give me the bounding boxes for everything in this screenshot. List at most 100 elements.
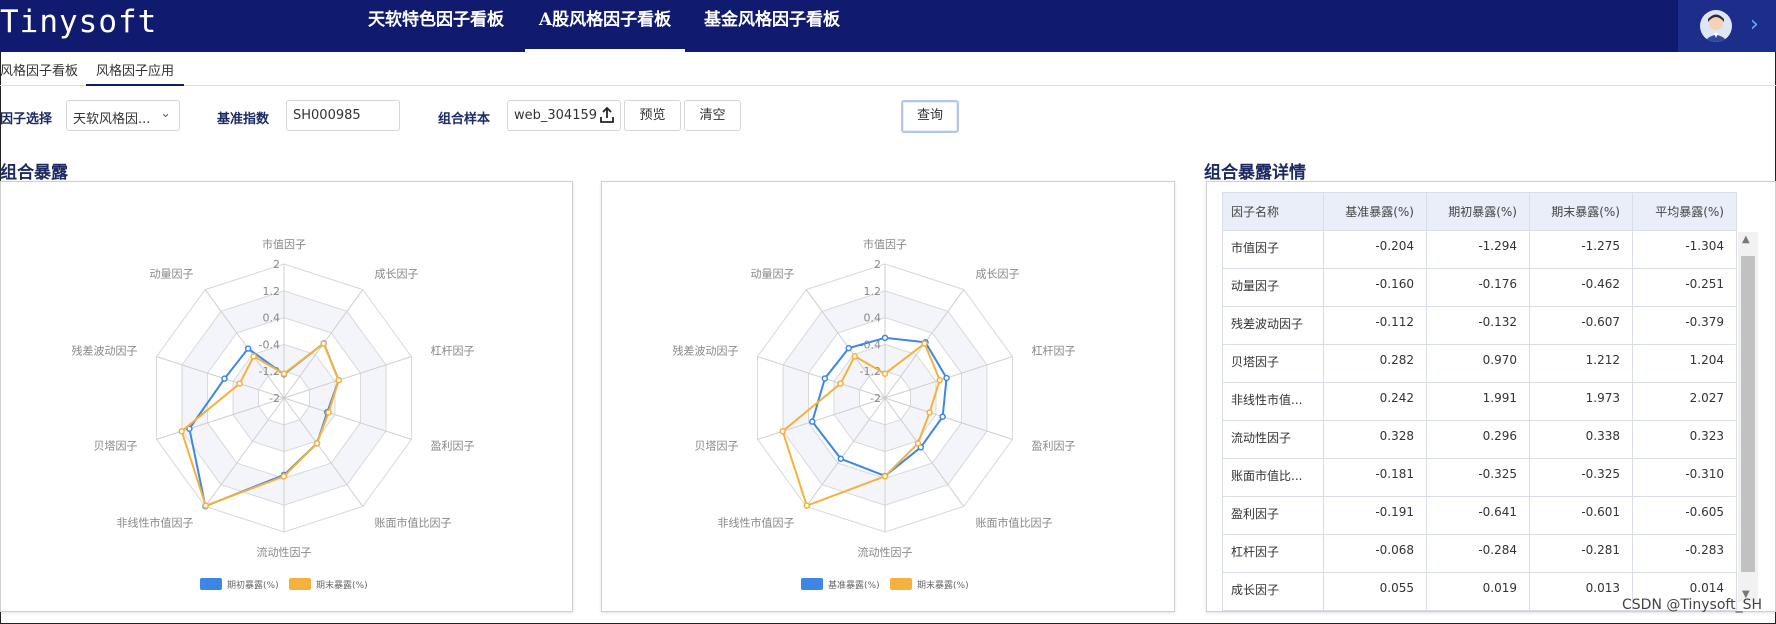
legend-label[interactable]: 期末暴露(%): [316, 579, 368, 591]
col-final-exposure[interactable]: 期末暴露(%): [1529, 192, 1633, 231]
radar-data-point[interactable]: [320, 340, 327, 347]
scrollbar-thumb[interactable]: [1741, 256, 1755, 572]
table-row[interactable]: 贝塔因子 0.282 0.970 1.212 1.204: [1222, 344, 1737, 383]
user-menu[interactable]: ›: [1678, 0, 1776, 52]
tab-style-factor-board[interactable]: 风格因子看板: [0, 60, 78, 86]
legend-swatch[interactable]: [890, 578, 912, 590]
scroll-up-icon[interactable]: ▲: [1742, 234, 1750, 245]
cell-value: -0.191: [1323, 496, 1427, 535]
table-row[interactable]: 非线性市值... 0.242 1.991 1.973 2.027: [1222, 382, 1737, 421]
table-row[interactable]: 动量因子 -0.160 -0.176 -0.462 -0.251: [1222, 268, 1737, 307]
col-average-exposure[interactable]: 平均暴露(%): [1632, 192, 1737, 231]
radar-data-point[interactable]: [881, 334, 889, 342]
cell-value: -0.181: [1323, 458, 1427, 497]
radar-data-point[interactable]: [914, 440, 922, 447]
tab-style-factor-application[interactable]: 风格因子应用: [86, 60, 185, 86]
table-row[interactable]: 市值因子 -0.204 -1.294 -1.275 -1.304: [1222, 230, 1737, 269]
legend-swatch[interactable]: [801, 578, 823, 590]
cell-value: 0.282: [1323, 344, 1427, 383]
radar-indicator-label: 账面市值比因子: [976, 516, 1053, 530]
radar-data-point[interactable]: [939, 413, 946, 420]
radar-data-point[interactable]: [845, 344, 853, 352]
nav-fund-factor-board[interactable]: 基金风格因子看板: [692, 0, 852, 52]
table-row[interactable]: 杠杆因子 -0.068 -0.284 -0.281 -0.283: [1222, 534, 1737, 573]
col-initial-exposure[interactable]: 期初暴露(%): [1426, 192, 1530, 231]
radar-data-point[interactable]: [335, 376, 343, 384]
legend-label[interactable]: 期初暴露(%): [227, 579, 279, 591]
upload-icon[interactable]: [598, 106, 616, 128]
cell-factor-name: 动量因子: [1222, 268, 1324, 307]
table-row[interactable]: 流动性因子 0.328 0.296 0.338 0.323: [1222, 420, 1737, 459]
table-row[interactable]: 盈利因子 -0.191 -0.641 -0.601 -0.605: [1222, 496, 1737, 535]
table-row[interactable]: 残差波动因子 -0.112 -0.132 -0.607 -0.379: [1222, 306, 1737, 345]
nav-tiansoft-factor-board[interactable]: 天软特色因子看板: [356, 0, 516, 52]
cell-value: -0.605: [1632, 496, 1737, 535]
cell-factor-name: 流动性因子: [1222, 420, 1324, 459]
radar-tick-label: 1.2: [864, 285, 882, 298]
radar-data-point[interactable]: [244, 345, 252, 352]
radar-data-point[interactable]: [881, 473, 889, 480]
radar-data-point[interactable]: [881, 370, 889, 377]
radar-panel-2: 市值因子 成长因子 杠杆因子 盈利因子 账面市值比因子 流动性因子 非线性市值因子 贝塔因子 残…: [601, 181, 1175, 612]
cell-factor-name: 账面市值比...: [1222, 458, 1324, 497]
legend-label[interactable]: 期末暴露(%): [917, 579, 969, 591]
cell-value: 0.328: [1323, 420, 1427, 459]
col-benchmark-exposure[interactable]: 基准暴露(%): [1323, 192, 1427, 231]
filter-bar: 因子选择 天软风格因... ⌄ 基准指数 SH000985 组合样本 web_3…: [0, 100, 1776, 134]
radar-data-point[interactable]: [926, 409, 933, 416]
radar-data-point[interactable]: [280, 370, 288, 377]
radar-data-point[interactable]: [837, 455, 845, 463]
chevron-right-icon[interactable]: ›: [1750, 10, 1759, 40]
cell-factor-name: 市值因子: [1222, 230, 1324, 269]
cell-value: 0.296: [1426, 420, 1530, 459]
radar-tick-label: -1.2: [860, 365, 881, 378]
preview-button[interactable]: 预览: [624, 100, 681, 131]
radar-data-point[interactable]: [936, 376, 944, 384]
radar-data-point[interactable]: [821, 375, 829, 382]
portfolio-input[interactable]: web_304159: [507, 100, 621, 131]
radar-data-point[interactable]: [325, 409, 332, 416]
radar-data-point[interactable]: [779, 428, 786, 435]
cell-value: 2.027: [1632, 382, 1737, 421]
table-row[interactable]: 账面市值比... -0.181 -0.325 -0.325 -0.310: [1222, 458, 1737, 497]
query-button[interactable]: 查询: [901, 100, 959, 133]
radar-tick-label: 0.4: [263, 312, 281, 325]
radar-data-point[interactable]: [837, 380, 844, 387]
radar-indicator-label: 盈利因子: [1031, 440, 1075, 453]
app-logo[interactable]: Tinysoft: [0, 4, 157, 40]
legend-swatch[interactable]: [200, 578, 222, 590]
legend-label[interactable]: 基准暴露(%): [828, 579, 880, 591]
radar-indicator-label: 非线性市值因子: [717, 516, 794, 530]
radar-data-point[interactable]: [943, 374, 950, 382]
exposure-title: 组合暴露: [0, 163, 68, 183]
user-avatar-icon[interactable]: [1700, 10, 1732, 42]
cell-value: 0.323: [1632, 420, 1737, 459]
radar-data-point[interactable]: [313, 440, 321, 447]
radar-data-point[interactable]: [280, 473, 288, 480]
radar-data-point[interactable]: [809, 418, 816, 425]
top-navbar: Tinysoft 天软特色因子看板 A股风格因子看板 基金风格因子看板 ›: [0, 0, 1776, 52]
factor-select-label: 因子选择: [0, 112, 53, 127]
radar-data-point[interactable]: [178, 428, 185, 435]
cell-value: 1.991: [1426, 382, 1530, 421]
radar-data-point[interactable]: [221, 375, 228, 382]
nav-a-share-factor-board[interactable]: A股风格因子看板: [525, 0, 685, 52]
radar-data-point[interactable]: [202, 502, 210, 509]
cell-value: -0.607: [1529, 306, 1633, 345]
cell-value: -0.379: [1632, 306, 1737, 345]
benchmark-input[interactable]: SH000985: [286, 100, 400, 131]
radar-data-point[interactable]: [803, 502, 811, 509]
radar-data-point[interactable]: [851, 353, 858, 360]
clear-button[interactable]: 清空: [684, 100, 741, 131]
cell-value: -0.132: [1426, 306, 1530, 345]
col-factor-name[interactable]: 因子名称: [1222, 192, 1324, 231]
factor-select[interactable]: 天软风格因... ⌄: [66, 100, 180, 131]
benchmark-label: 基准指数: [217, 112, 270, 127]
radar-data-point[interactable]: [250, 353, 257, 360]
radar-data-point[interactable]: [236, 380, 243, 387]
cell-value: -0.281: [1529, 534, 1633, 573]
radar-data-point[interactable]: [921, 340, 928, 347]
table-scrollbar[interactable]: ▲ ▼: [1738, 232, 1758, 602]
legend-swatch[interactable]: [289, 578, 311, 590]
radar-indicator-label: 成长因子: [976, 267, 1020, 280]
